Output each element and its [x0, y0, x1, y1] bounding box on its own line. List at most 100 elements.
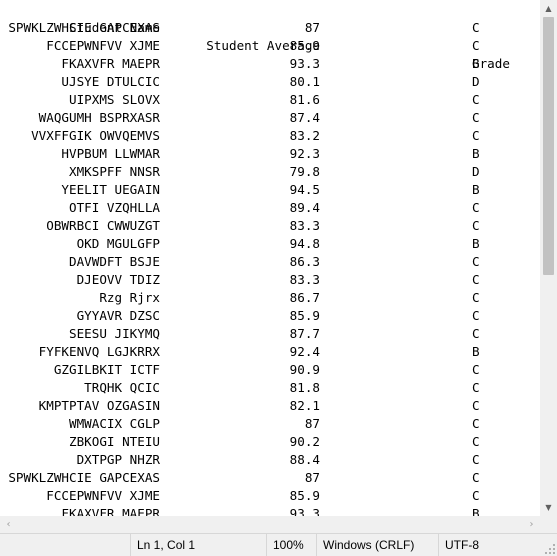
- table-row: DXTPGP NHZR 88.4 C: [0, 451, 540, 469]
- student-name: UJSYE DTULCIC: [61, 74, 160, 89]
- line-ending: Windows (CRLF): [316, 534, 438, 556]
- student-average: 80.1: [289, 74, 320, 89]
- table-row: HVPBUM LLWMAR 92.3 B: [0, 145, 540, 163]
- table-row: DAVWDFT BSJE 86.3 C: [0, 253, 540, 271]
- student-name: SEESU JIKYMQ: [69, 326, 160, 341]
- status-bar: Ln 1, Col 1 100% Windows (CRLF) UTF-8: [0, 533, 557, 556]
- table-row: SPWKLZWHCIE GAPCEXAS 87 C: [0, 469, 540, 487]
- student-average: 86.3: [289, 254, 320, 269]
- table-row: GYYAVR DZSC 85.9 C: [0, 307, 540, 325]
- student-average: 89.4: [289, 200, 320, 215]
- vertical-scroll-thumb[interactable]: [543, 17, 554, 275]
- grade: C: [472, 272, 480, 287]
- student-name: KMPTPTAV OZGASIN: [38, 398, 160, 413]
- table-row: WAQGUMH BSPRXASR 87.4 C: [0, 109, 540, 127]
- scrollbar-corner: [540, 516, 557, 533]
- vertical-scrollbar[interactable]: ▲ ▼: [540, 0, 557, 516]
- chevron-left-icon[interactable]: ‹: [0, 516, 17, 533]
- grade: B: [472, 344, 480, 359]
- student-name: DAVWDFT BSJE: [69, 254, 160, 269]
- table-row: ZBKOGI NTEIU 90.2 C: [0, 433, 540, 451]
- grade: C: [472, 470, 480, 485]
- chevron-up-icon[interactable]: ▲: [540, 0, 557, 17]
- student-average: 85.9: [289, 308, 320, 323]
- table-row: WMWACIX CGLP 87 C: [0, 415, 540, 433]
- grade: C: [472, 326, 480, 341]
- student-name: FKAXVFR MAEPR: [61, 506, 160, 516]
- student-average: 81.8: [289, 380, 320, 395]
- student-average: 83.3: [289, 218, 320, 233]
- grade: B: [472, 506, 480, 516]
- student-name: OKD MGULGFP: [76, 236, 160, 251]
- student-name: ZBKOGI NTEIU: [69, 434, 160, 449]
- grade: C: [472, 110, 480, 125]
- grade: C: [472, 308, 480, 323]
- student-name: TRQHK QCIC: [84, 380, 160, 395]
- cursor-position: Ln 1, Col 1: [130, 534, 266, 556]
- student-average: 94.8: [289, 236, 320, 251]
- zoom-level: 100%: [266, 534, 316, 556]
- student-name: Rzg Rjrx: [99, 290, 160, 305]
- student-name: FCCEPWNFVV XJME: [46, 488, 160, 503]
- student-name: FCCEPWNFVV XJME: [46, 38, 160, 53]
- encoding: UTF-8: [438, 534, 557, 556]
- student-name: WMWACIX CGLP: [69, 416, 160, 431]
- grade: C: [472, 290, 480, 305]
- student-name: DJEOVV TDIZ: [76, 272, 160, 287]
- table-row: FKAXVFR MAEPR 93.3 B: [0, 505, 540, 516]
- table-row: OTFI VZQHLLA 89.4 C: [0, 199, 540, 217]
- grade: C: [472, 452, 480, 467]
- student-name: FKAXVFR MAEPR: [61, 56, 160, 71]
- grade: C: [472, 434, 480, 449]
- student-average: 90.2: [289, 434, 320, 449]
- table-row: FCCEPWNFVV XJME 85.9 C: [0, 487, 540, 505]
- grade: C: [472, 488, 480, 503]
- student-average: 93.3: [289, 506, 320, 516]
- table-row: GZGILBKIT ICTF 90.9 C: [0, 361, 540, 379]
- table-row: TRQHK QCIC 81.8 C: [0, 379, 540, 397]
- grade: C: [472, 20, 480, 35]
- table-row: VVXFFGIK OWVQEMVS 83.2 C: [0, 127, 540, 145]
- student-average: 87: [304, 20, 320, 35]
- student-name: DXTPGP NHZR: [76, 452, 160, 467]
- header-line: Student Name Student Average Grade: [0, 1, 540, 71]
- grade: C: [472, 128, 480, 143]
- table-row: OBWRBCI CWWUZGT 83.3 C: [0, 217, 540, 235]
- student-average: 86.7: [289, 290, 320, 305]
- student-average: 87.7: [289, 326, 320, 341]
- grade: C: [472, 398, 480, 413]
- student-name: YEELIT UEGAIN: [61, 182, 160, 197]
- student-name: XMKSPFF NNSR: [69, 164, 160, 179]
- student-name: HVPBUM LLWMAR: [61, 146, 160, 161]
- table-row: OKD MGULGFP 94.8 B: [0, 235, 540, 253]
- grade: C: [472, 218, 480, 233]
- student-average: 83.2: [289, 128, 320, 143]
- student-average: 87.4: [289, 110, 320, 125]
- chevron-right-icon[interactable]: ›: [523, 516, 540, 533]
- table-row: XMKSPFF NNSR 79.8 D: [0, 163, 540, 181]
- table-row: YEELIT UEGAIN 94.5 B: [0, 181, 540, 199]
- grade: B: [472, 182, 480, 197]
- chevron-down-icon[interactable]: ▼: [540, 499, 557, 516]
- student-name: SPWKLZWHCIE GAPCEXAS: [8, 470, 160, 485]
- table-row: UIPXMS SLOVX 81.6 C: [0, 91, 540, 109]
- student-name: UIPXMS SLOVX: [69, 92, 160, 107]
- horizontal-scrollbar[interactable]: ‹ ›: [0, 516, 540, 533]
- student-average: 94.5: [289, 182, 320, 197]
- student-average: 87: [304, 470, 320, 485]
- text-editor-area[interactable]: Student Name Student Average Grade SPWKL…: [0, 0, 540, 516]
- grade: B: [472, 236, 480, 251]
- table-row: FKAXVFR MAEPR 93.3 B: [0, 55, 540, 73]
- student-average: 85.9: [289, 38, 320, 53]
- grade: C: [472, 200, 480, 215]
- student-average: 92.3: [289, 146, 320, 161]
- student-average: 79.8: [289, 164, 320, 179]
- student-name: WAQGUMH BSPRXASR: [38, 110, 160, 125]
- table-row: SPWKLZWHCIE GAPCEXAS 87 C: [0, 19, 540, 37]
- student-average: 90.9: [289, 362, 320, 377]
- grade: C: [472, 92, 480, 107]
- grade: D: [472, 164, 480, 179]
- resize-grip-icon[interactable]: [545, 544, 555, 554]
- student-average: 85.9: [289, 488, 320, 503]
- grade: B: [472, 56, 480, 71]
